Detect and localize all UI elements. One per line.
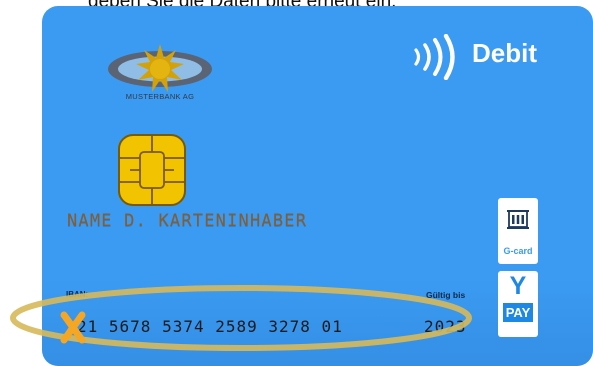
cardholder-name: NAME D. KARTENINHABER [67, 211, 308, 231]
debit-card: MUSTERBANK AG Debit NAME D. KARTENINHABE… [42, 6, 593, 366]
building-icon [507, 210, 529, 229]
gcard-badge: G-card [498, 198, 538, 264]
iban-number: 21 5678 5374 2589 3278 01 [77, 317, 343, 336]
contactless-icon [414, 34, 455, 80]
valid-until-year: 2023 [424, 317, 467, 336]
iban-caption: IBAN: [66, 290, 89, 299]
card-type-label: Debit [472, 38, 537, 68]
valid-until-caption: Gültig bis [426, 290, 466, 300]
gcard-label: G-card [503, 246, 533, 256]
chip-icon [118, 134, 186, 206]
pay-label: PAY [503, 303, 533, 322]
bank-name: MUSTERBANK AG [125, 92, 195, 101]
pay-letter: Y [509, 272, 527, 300]
pay-badge: Y PAY [498, 271, 538, 337]
